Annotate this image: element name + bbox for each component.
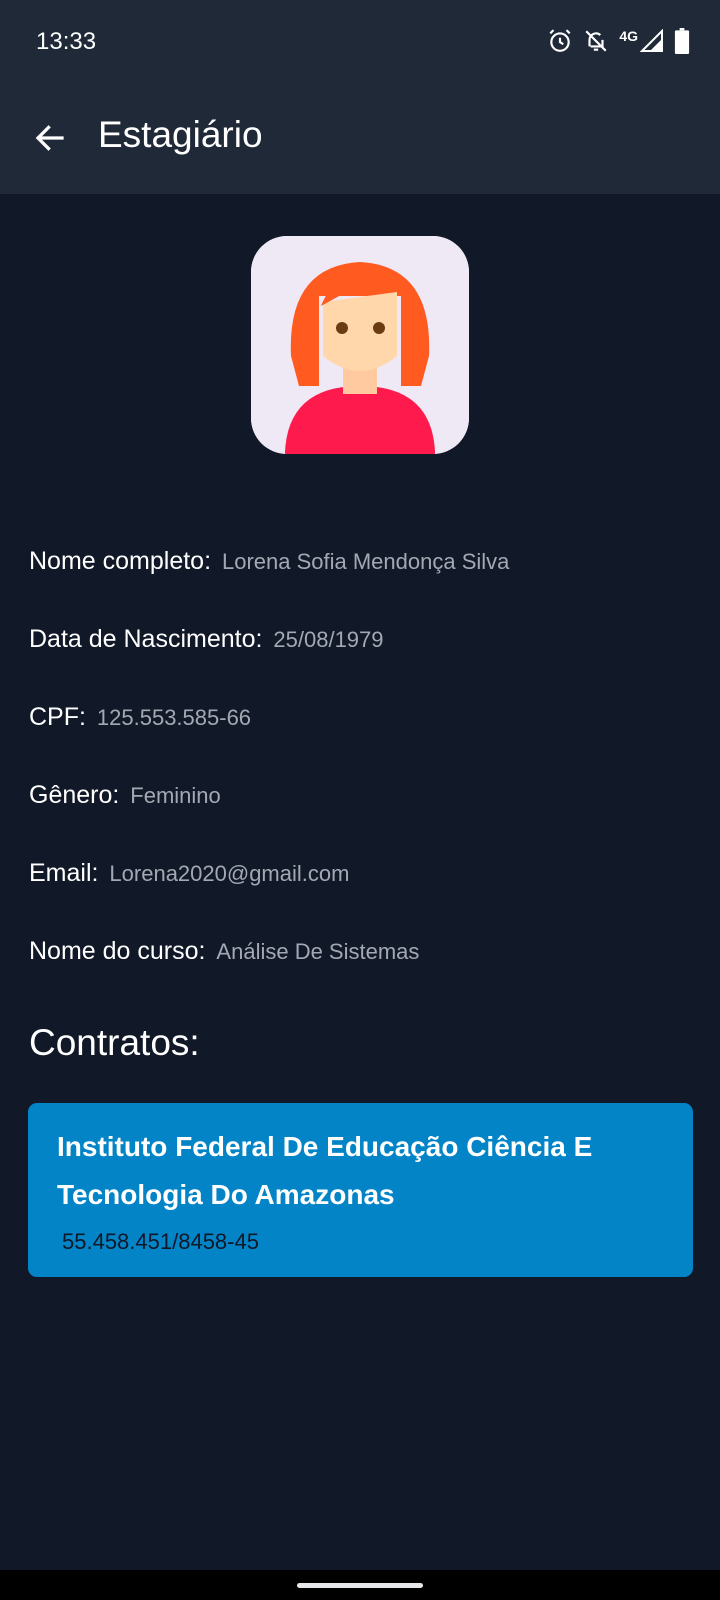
info-row-course: Nome do curso: Análise De Sistemas <box>29 930 689 1008</box>
info-label: Gênero: <box>29 781 120 809</box>
info-label: Data de Nascimento: <box>29 625 263 653</box>
contract-institution-name: Instituto Federal De Educação Ciência E … <box>57 1131 593 1210</box>
info-value: Análise De Sistemas <box>216 939 420 964</box>
contract-cnpj: 55.458.451/8458-45 <box>62 1229 259 1254</box>
info-value: Feminino <box>130 783 221 808</box>
info-label: CPF: <box>29 703 86 731</box>
info-row-gender: Gênero: Feminino <box>29 774 689 852</box>
status-icons: 4G <box>547 26 690 56</box>
info-row-full-name: Nome completo: Lorena Sofia Mendonça Sil… <box>29 540 689 618</box>
info-label: Nome do curso: <box>29 937 206 965</box>
info-row-birth-date: Data de Nascimento: 25/08/1979 <box>29 618 689 696</box>
profile-info: Nome completo: Lorena Sofia Mendonça Sil… <box>29 540 689 1008</box>
info-value: 125.553.585-66 <box>96 705 252 730</box>
contract-card[interactable]: Instituto Federal De Educação Ciência E … <box>28 1103 693 1277</box>
home-indicator[interactable] <box>297 1583 423 1588</box>
signal-icon <box>640 29 664 53</box>
battery-icon <box>674 28 690 54</box>
network-type: 4G <box>619 28 638 44</box>
status-bar: 13:33 4G <box>0 0 720 84</box>
info-row-email: Email: Lorena2020@gmail.com <box>29 852 689 930</box>
info-value: Lorena Sofia Mendonça Silva <box>221 549 510 574</box>
notifications-off-icon <box>583 28 609 54</box>
info-label: Email: <box>29 859 99 887</box>
status-time: 13:33 <box>36 28 97 55</box>
info-row-cpf: CPF: 125.553.585-66 <box>29 696 689 774</box>
info-value: 25/08/1979 <box>273 627 384 652</box>
alarm-icon <box>547 28 573 54</box>
info-label: Nome completo: <box>29 547 212 575</box>
back-button[interactable] <box>28 118 72 162</box>
page-title: Estagiário <box>98 114 263 155</box>
system-nav-bar <box>0 1570 720 1600</box>
female-avatar-icon <box>251 236 469 454</box>
arrow-left-icon <box>32 120 68 161</box>
app-bar: Estagiário <box>0 84 720 194</box>
info-value: Lorena2020@gmail.com <box>109 861 350 886</box>
contracts-heading: Contratos: <box>29 1022 200 1063</box>
